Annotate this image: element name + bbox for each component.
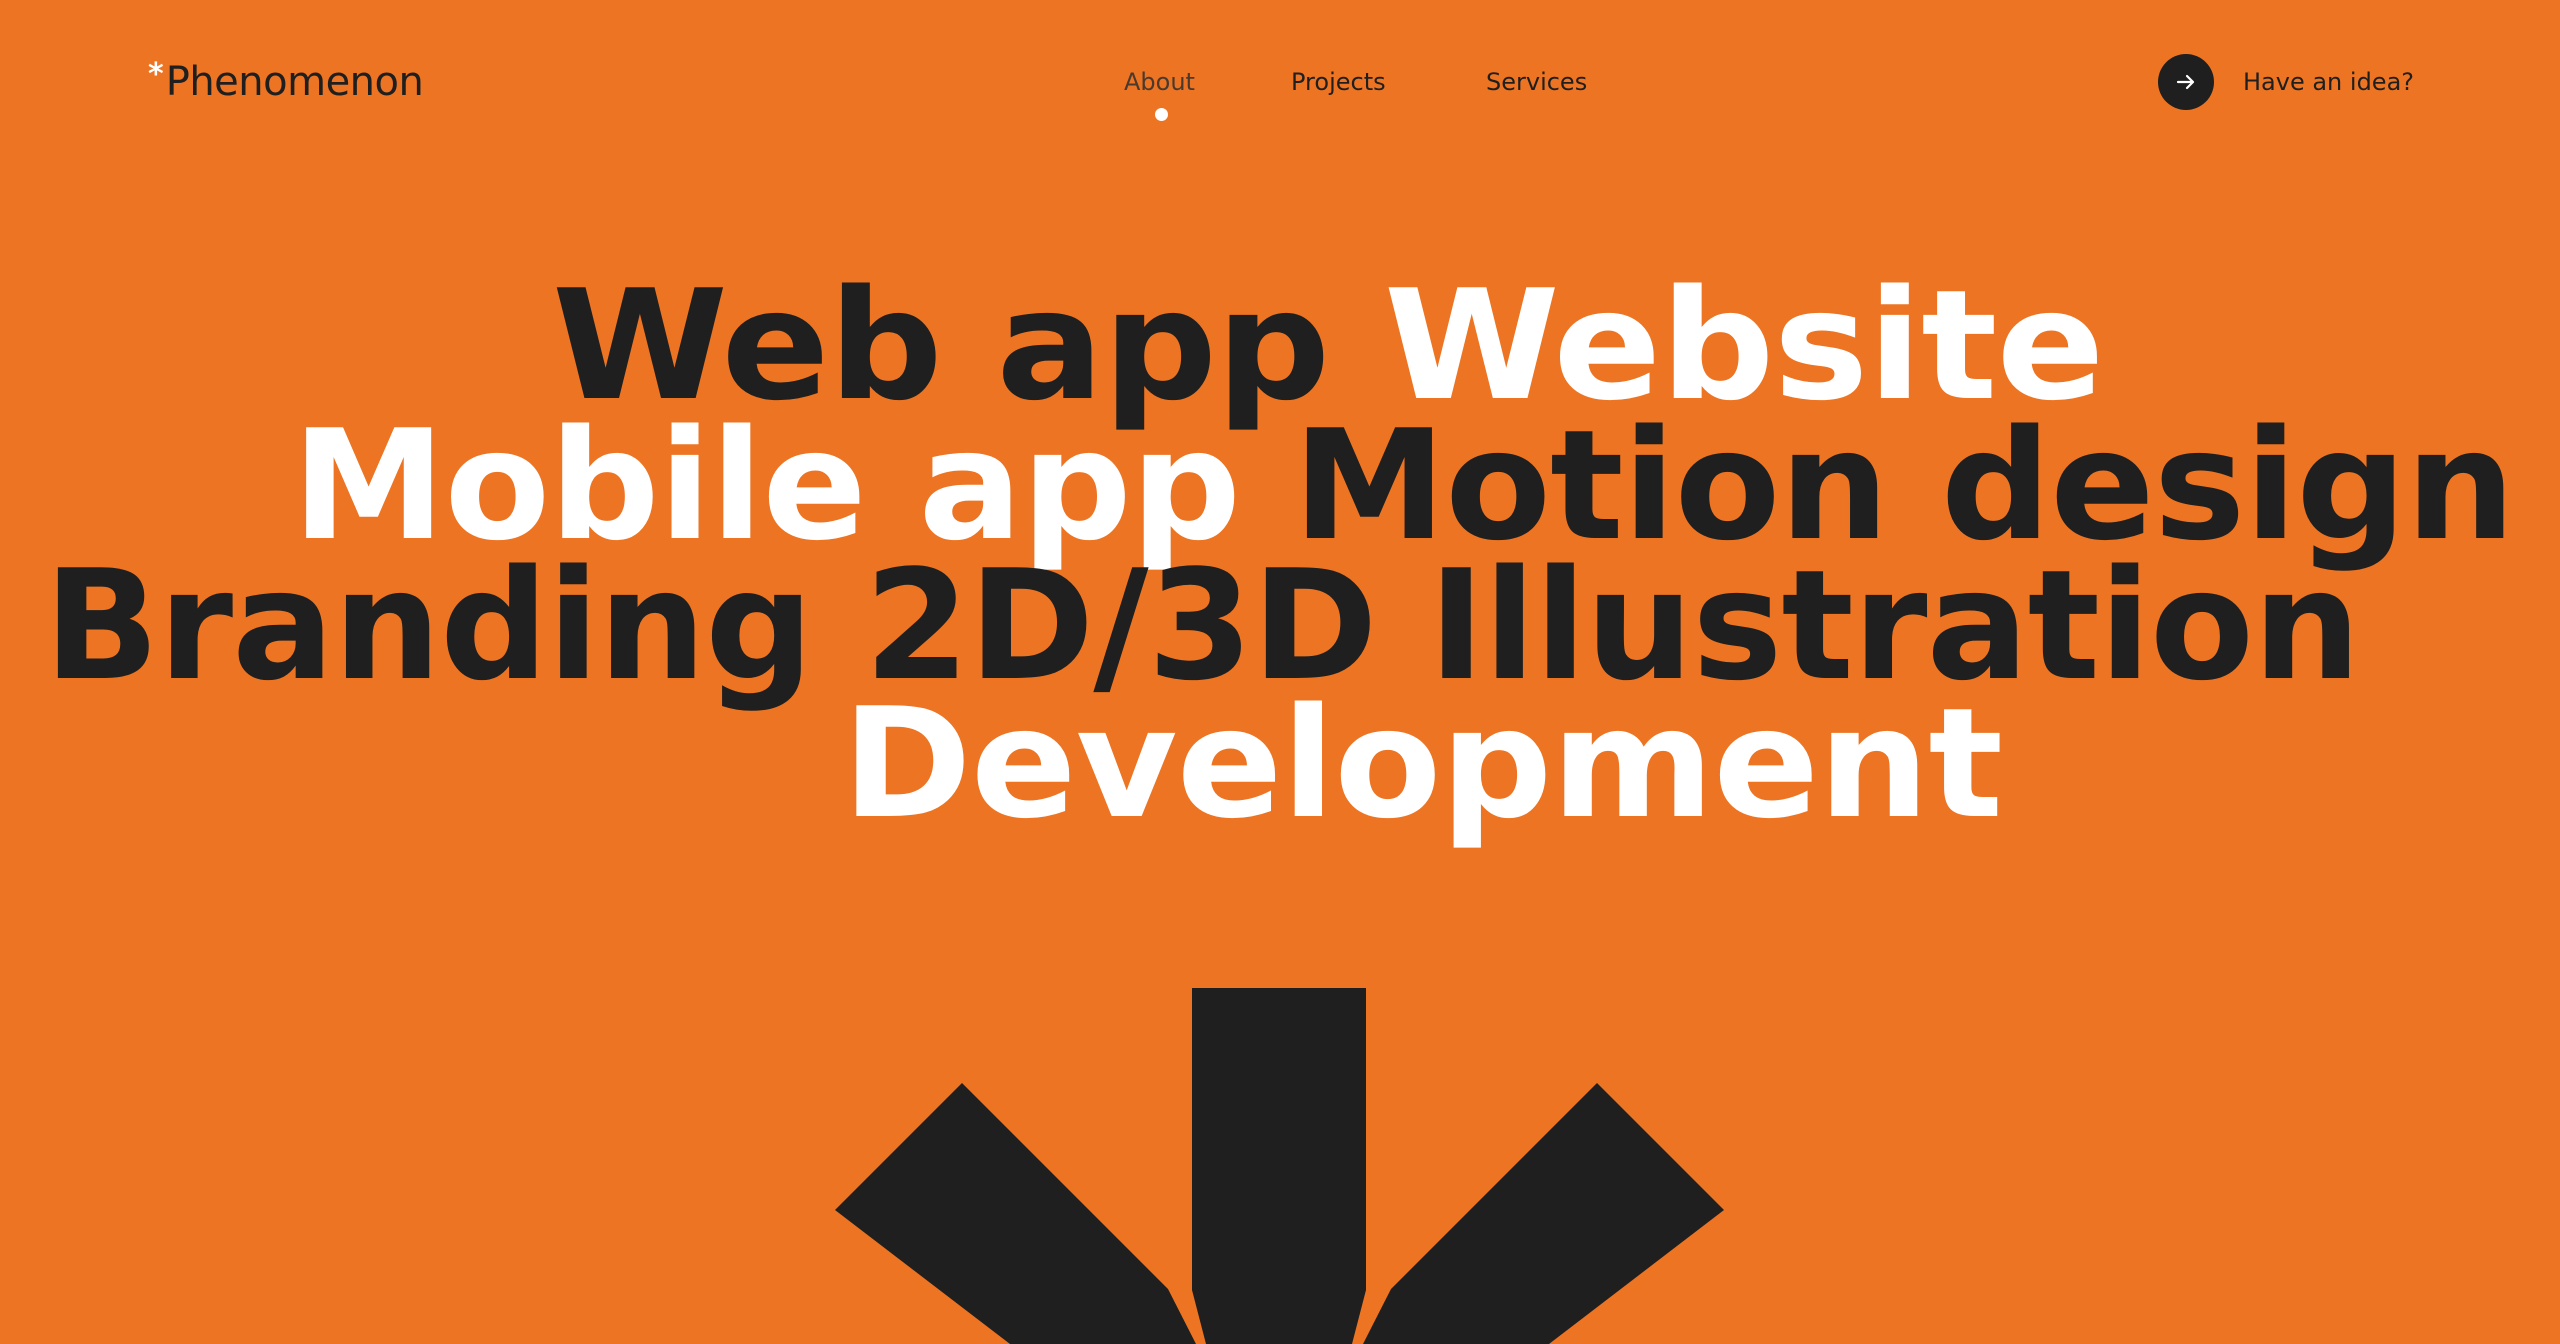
hero-word-development[interactable]: Development bbox=[842, 675, 2003, 852]
hero-line-4: Development bbox=[842, 688, 2003, 840]
cta-label: Have an idea? bbox=[2243, 68, 2415, 96]
logo-text: Phenomenon bbox=[165, 59, 424, 105]
nav-item-about[interactable]: About bbox=[1124, 64, 1195, 100]
page: * Phenomenon About Projects Services Hav… bbox=[0, 0, 2560, 1344]
active-nav-indicator bbox=[1155, 108, 1168, 121]
arrow-right-icon bbox=[2158, 54, 2214, 110]
have-an-idea-button[interactable]: Have an idea? bbox=[2158, 54, 2414, 110]
nav-item-projects[interactable]: Projects bbox=[1291, 64, 1386, 100]
hero-line-2: Mobile app Motion design bbox=[292, 410, 2515, 562]
logo-link[interactable]: * Phenomenon bbox=[148, 56, 424, 108]
nav-item-services[interactable]: Services bbox=[1486, 64, 1587, 100]
asterisk-icon bbox=[835, 988, 1724, 1344]
hero-word-branding[interactable]: Branding bbox=[44, 537, 814, 714]
hero-line-1: Web app Website bbox=[552, 270, 2105, 422]
logo-asterisk-icon: * bbox=[148, 57, 164, 92]
